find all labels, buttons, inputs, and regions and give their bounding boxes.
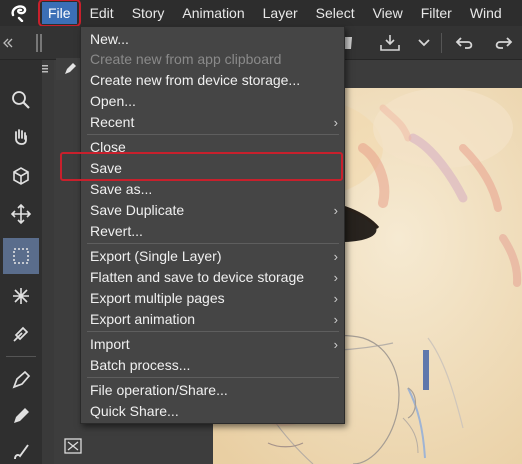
menu-select[interactable]: Select (307, 0, 364, 26)
menubar: File Edit Story Animation Layer Select V… (0, 0, 522, 27)
menu-view[interactable]: View (364, 0, 412, 26)
pen-tool-icon[interactable] (3, 362, 39, 398)
tool-palette (0, 60, 42, 464)
submenu-arrow-icon: › (333, 115, 338, 130)
redo-icon[interactable] (491, 32, 515, 54)
submenu-arrow-icon: › (333, 203, 338, 218)
menu-separator (87, 377, 339, 378)
selection-icon[interactable] (3, 238, 39, 274)
pencil-tool-icon[interactable] (3, 398, 39, 434)
brush-tool-icon[interactable] (3, 434, 39, 464)
submenu-arrow-icon: › (333, 312, 338, 327)
menu-animation[interactable]: Animation (173, 0, 253, 26)
menu-item-save-duplicate[interactable]: Save Duplicate › (81, 200, 344, 221)
menu-separator (87, 243, 339, 244)
menu-separator (87, 134, 339, 135)
chevron-down-icon[interactable] (412, 32, 436, 54)
menu-item-revert[interactable]: Revert... (81, 221, 344, 242)
menu-file[interactable]: File (38, 0, 81, 27)
menu-item-save-as[interactable]: Save as... (81, 179, 344, 200)
collapse-icon[interactable] (0, 32, 16, 54)
menu-item-export-animation[interactable]: Export animation › (81, 309, 344, 330)
menu-item-quick-share[interactable]: Quick Share... (81, 401, 344, 422)
submenu-arrow-icon: › (333, 270, 338, 285)
menu-item-create-from-clipboard: Create new from app clipboard (90, 51, 282, 67)
app-window: File Edit Story Animation Layer Select V… (0, 0, 522, 464)
toolbar-divider (441, 33, 442, 53)
menu-item-open[interactable]: Open... (81, 91, 344, 112)
menu-item-create-from-storage[interactable]: Create new from device storage... (81, 70, 344, 91)
menu-edit[interactable]: Edit (81, 0, 123, 26)
menu-item-batch-process[interactable]: Batch process... (81, 355, 344, 376)
menu-window[interactable]: Wind (461, 0, 502, 26)
hand-icon[interactable] (3, 120, 39, 156)
move-icon[interactable] (3, 196, 39, 232)
sub-tool-strip (38, 58, 84, 464)
menu-item-save[interactable]: Save (81, 158, 344, 179)
submenu-arrow-icon: › (333, 291, 338, 306)
operation-icon[interactable] (3, 158, 39, 194)
app-logo-icon[interactable] (0, 0, 40, 26)
menu-filter[interactable]: Filter (412, 0, 461, 26)
menu-item-import[interactable]: Import › (81, 334, 344, 355)
menu-item-file-operation-share[interactable]: File operation/Share... (81, 380, 344, 401)
download-icon[interactable] (378, 32, 402, 54)
menu-separator (87, 331, 339, 332)
submenu-arrow-icon: › (333, 249, 338, 264)
auto-select-icon[interactable] (3, 278, 39, 314)
submenu-arrow-icon: › (333, 337, 338, 352)
menu-story[interactable]: Story (123, 0, 174, 26)
tool-divider (6, 356, 36, 357)
menu-item-new[interactable]: New... (81, 29, 344, 50)
menu-item-export-single-layer[interactable]: Export (Single Layer) › (81, 246, 344, 267)
eyedropper-icon[interactable] (3, 316, 39, 352)
undo-icon[interactable] (453, 32, 477, 54)
grip-icon[interactable] (34, 32, 44, 54)
zoom-icon[interactable] (3, 82, 39, 118)
file-menu-dropdown: New... Create new from app clipboard Cre… (80, 26, 345, 424)
menu-item-export-multiple-pages[interactable]: Export multiple pages › (81, 288, 344, 309)
menu-item-close[interactable]: Close (81, 137, 344, 158)
menu-layer[interactable]: Layer (254, 0, 307, 26)
menu-item-flatten-and-save[interactable]: Flatten and save to device storage › (81, 267, 344, 288)
close-panel-icon[interactable] (62, 436, 84, 456)
menu-item-recent[interactable]: Recent › (81, 112, 344, 133)
